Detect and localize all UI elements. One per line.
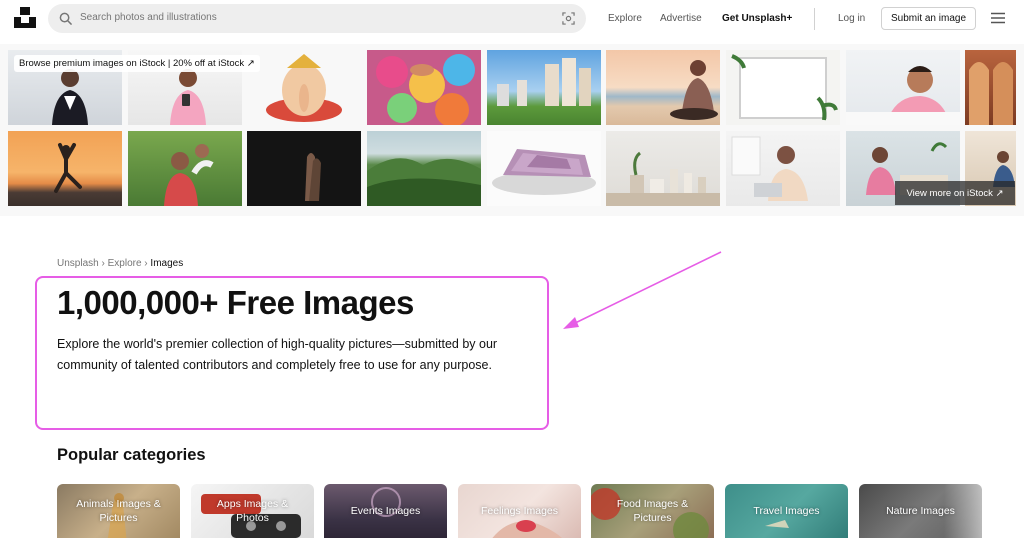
banner-image-tile[interactable]: [8, 131, 122, 206]
view-more-istock-button[interactable]: View more on iStock ↗: [895, 181, 1015, 205]
banner-image-tile[interactable]: [965, 50, 1016, 125]
annotation-arrow-icon: [563, 251, 722, 329]
unsplash-logo-icon[interactable]: [14, 6, 36, 28]
nav-explore-link[interactable]: Explore: [608, 13, 642, 24]
banner-image-tile[interactable]: [726, 131, 840, 206]
popular-categories-heading: Popular categories: [57, 446, 206, 464]
category-label: Travel Images: [753, 505, 820, 517]
breadcrumb-current: Images: [150, 258, 184, 269]
category-card-feelings[interactable]: Feelings Images: [458, 484, 581, 538]
hamburger-menu-icon[interactable]: [991, 12, 1005, 24]
breadcrumb-unsplash-link[interactable]: Unsplash: [57, 258, 99, 269]
nav-get-unsplash-plus-link[interactable]: Get Unsplash+: [722, 13, 792, 24]
category-card-animals[interactable]: Animals Images & Pictures: [57, 484, 180, 538]
banner-image-tile[interactable]: [606, 131, 720, 206]
category-label: Food Images & Pictures: [616, 498, 689, 524]
category-label: Animals Images & Pictures: [76, 498, 161, 524]
banner-image-tile[interactable]: [487, 50, 601, 125]
banner-image-tile[interactable]: [726, 50, 840, 125]
search-icon[interactable]: [59, 12, 72, 25]
category-card-travel[interactable]: Travel Images: [725, 484, 848, 538]
search-bar[interactable]: Search photos and illustrations: [48, 4, 586, 33]
banner-image-tile[interactable]: [367, 50, 481, 125]
banner-image-tile[interactable]: [247, 131, 361, 206]
page-title: 1,000,000+ Free Images: [57, 284, 414, 321]
submit-image-button[interactable]: Submit an image: [881, 7, 976, 30]
page-description: Explore the world's premier collection o…: [57, 337, 498, 372]
banner-image-tile[interactable]: [128, 131, 242, 206]
category-card-events[interactable]: Events Images: [324, 484, 447, 538]
istock-promo-badge[interactable]: Browse premium images on iStock | 20% of…: [14, 55, 260, 72]
nav-divider: [814, 8, 815, 30]
category-card-food[interactable]: Food Images & Pictures: [591, 484, 714, 538]
breadcrumb-explore-link[interactable]: Explore: [108, 258, 142, 269]
login-link[interactable]: Log in: [838, 13, 865, 24]
banner-image-tile[interactable]: [487, 131, 601, 206]
category-label: Feelings Images: [480, 505, 559, 517]
breadcrumb-separator: ›: [101, 258, 105, 269]
banner-image-tile[interactable]: [247, 50, 361, 125]
breadcrumb-separator: ›: [144, 258, 148, 269]
nav-advertise-link[interactable]: Advertise: [660, 13, 702, 24]
category-card-apps[interactable]: Apps Images & Photos: [191, 484, 314, 538]
visual-search-icon[interactable]: [562, 12, 575, 25]
banner-image-tile[interactable]: [367, 131, 481, 206]
carousel-fade-overlay: [944, 480, 1024, 538]
top-navbar: Search photos and illustrations Explore …: [0, 0, 1024, 37]
banner-image-tile[interactable]: [606, 50, 720, 125]
banner-image-tile[interactable]: [846, 50, 960, 125]
category-label: Events Images: [350, 505, 421, 517]
search-input[interactable]: Search photos and illustrations: [80, 12, 217, 23]
category-label: Apps Images & Photos: [216, 498, 289, 524]
breadcrumb: Unsplash › Explore › Images: [57, 258, 183, 269]
